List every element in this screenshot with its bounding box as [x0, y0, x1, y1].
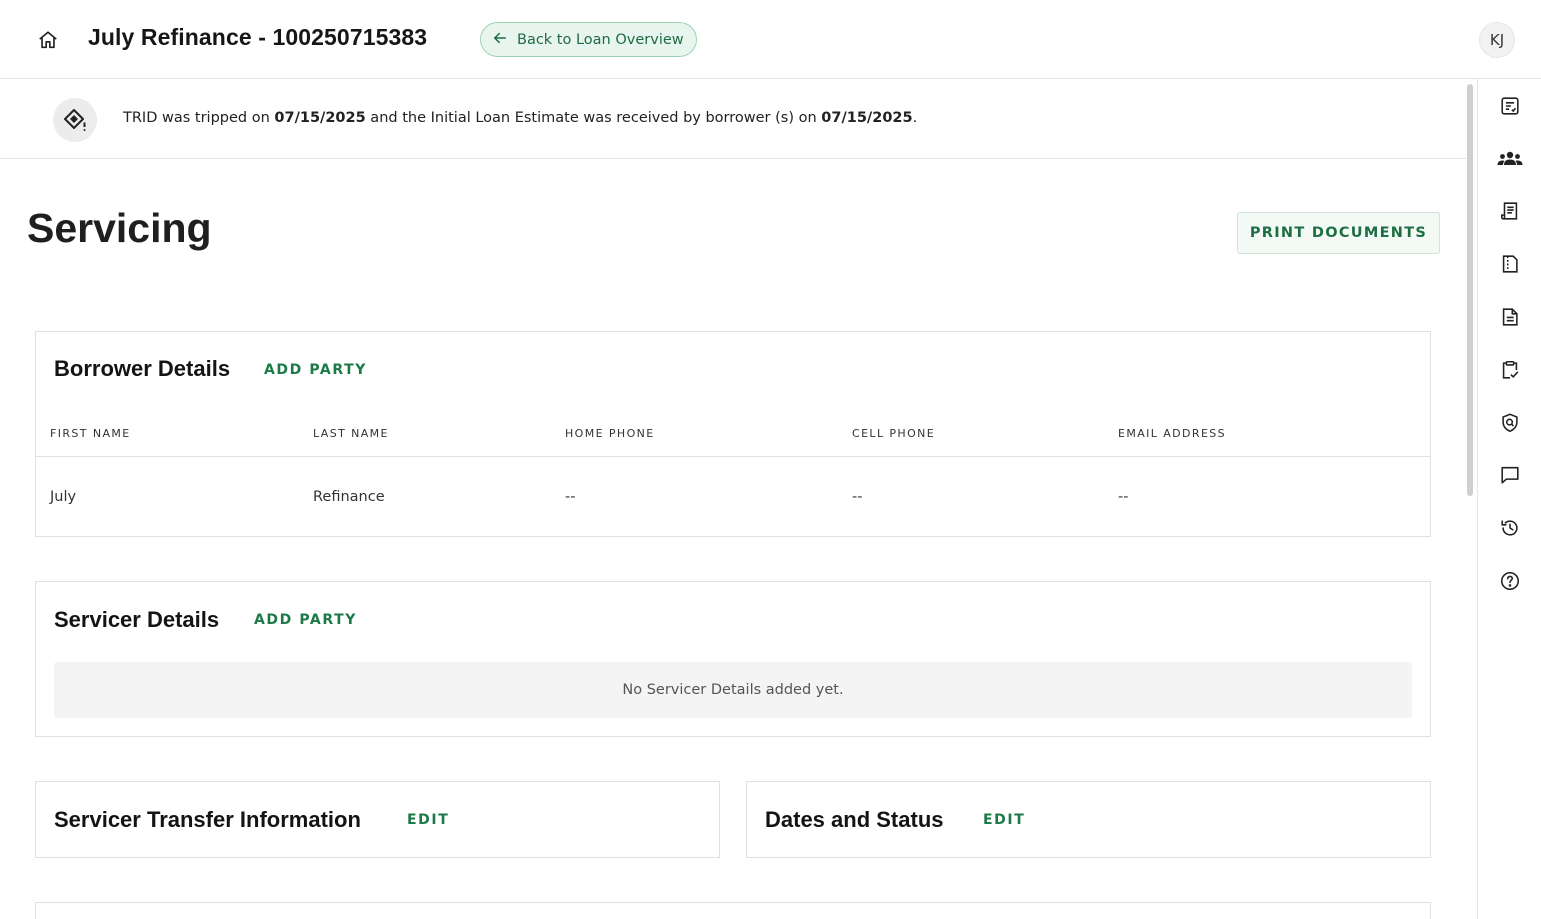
checklist-doc-icon[interactable] [1496, 92, 1524, 120]
column-header-cell-phone: CELL PHONE [852, 427, 936, 440]
borrower-details-card: Borrower Details ADD PARTY FIRST NAME LA… [35, 331, 1431, 537]
column-header-email-address: EMAIL ADDRESS [1118, 427, 1227, 440]
home-icon[interactable] [34, 26, 62, 54]
le-received-date: 07/15/2025 [821, 110, 913, 126]
borrower-add-party-button[interactable]: ADD PARTY [264, 362, 367, 378]
arrow-left-icon [493, 31, 507, 49]
servicer-details-card: Servicer Details ADD PARTY No Servicer D… [35, 581, 1431, 737]
vertical-scrollbar[interactable] [1467, 84, 1473, 496]
borrower-last-name: Refinance [313, 489, 385, 505]
people-group-icon[interactable] [1496, 145, 1524, 173]
borrower-details-title: Borrower Details [54, 356, 231, 381]
dates-status-edit-button[interactable]: EDIT [983, 812, 1025, 828]
receipt-icon[interactable] [1496, 197, 1524, 225]
user-avatar[interactable]: KJ [1479, 22, 1515, 58]
dates-status-card: Dates and Status EDIT [746, 781, 1431, 858]
chat-icon[interactable] [1496, 461, 1524, 489]
print-documents-button[interactable]: PRINT DOCUMENTS [1237, 212, 1440, 254]
alert-diamond-icon [53, 98, 97, 142]
borrower-first-name: July [50, 489, 77, 505]
loan-title: July Refinance - 100250715383 [88, 24, 428, 50]
document-lines-icon[interactable] [1496, 303, 1524, 331]
dates-status-title: Dates and Status [765, 807, 944, 832]
trid-notice-banner: TRID was tripped on 07/15/2025 and the I… [0, 79, 1466, 159]
clipboard-check-icon[interactable] [1496, 356, 1524, 384]
back-to-loan-overview-button[interactable]: Back to Loan Overview [480, 22, 697, 57]
column-header-home-phone: HOME PHONE [565, 427, 655, 440]
borrower-email-address: -- [1118, 489, 1129, 505]
servicer-transfer-title: Servicer Transfer Information [54, 807, 361, 832]
trid-tripped-date: 07/15/2025 [274, 110, 366, 126]
servicer-transfer-card: Servicer Transfer Information EDIT [35, 781, 720, 858]
right-icon-rail [1477, 79, 1541, 919]
column-header-last-name: LAST NAME [313, 427, 389, 440]
document-fold-icon[interactable] [1496, 250, 1524, 278]
top-bar: July Refinance - 100250715383 Back to Lo… [0, 0, 1541, 79]
servicer-transfer-edit-button[interactable]: EDIT [407, 812, 449, 828]
page-title: Servicing [27, 205, 212, 251]
table-header-divider [36, 456, 1430, 457]
trid-notice-text: TRID was tripped on 07/15/2025 and the I… [123, 110, 918, 126]
borrower-cell-phone: -- [852, 489, 863, 505]
servicer-details-title: Servicer Details [54, 607, 220, 632]
history-icon[interactable] [1496, 514, 1524, 542]
servicer-empty-state: No Servicer Details added yet. [54, 662, 1412, 718]
borrower-home-phone: -- [565, 489, 576, 505]
shield-search-icon[interactable] [1496, 409, 1524, 437]
next-section-card [35, 902, 1431, 919]
servicer-add-party-button[interactable]: ADD PARTY [254, 612, 357, 628]
help-icon[interactable] [1496, 567, 1524, 595]
column-header-first-name: FIRST NAME [50, 427, 131, 440]
back-button-label: Back to Loan Overview [517, 31, 684, 48]
